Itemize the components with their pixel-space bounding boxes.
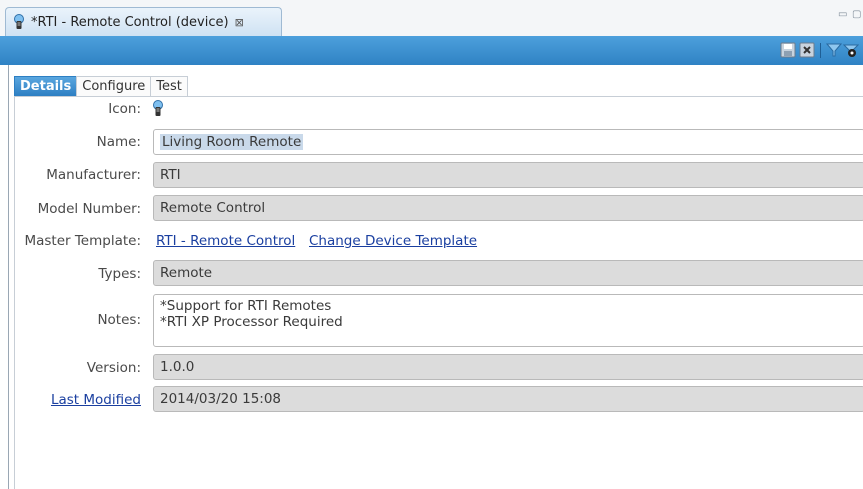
manufacturer-field: RTI	[153, 162, 863, 188]
version-field: 1.0.0	[153, 354, 863, 380]
device-remote-icon[interactable]	[151, 100, 165, 117]
change-device-template-link[interactable]: Change Device Template	[309, 233, 477, 249]
remote-control-icon	[14, 14, 24, 29]
minimize-icon[interactable]: ▭	[838, 9, 847, 20]
name-field[interactable]: Living Room Remote	[153, 129, 863, 155]
details-panel: Icon: Name: Living Room Remote Manufactu…	[14, 96, 863, 489]
delete-icon[interactable]	[799, 42, 815, 58]
editor-tab-strip: *RTI - Remote Control (device) ⊠ ▭ ▢	[0, 0, 863, 36]
save-icon[interactable]	[780, 42, 796, 58]
manufacturer-label: Manufacturer:	[46, 167, 141, 183]
notes-line: *RTI XP Processor Required	[160, 314, 343, 330]
editor-tab-title: *RTI - Remote Control (device)	[31, 14, 229, 30]
tab-test[interactable]: Test	[150, 76, 188, 96]
types-field: Remote	[153, 260, 863, 286]
close-tab-icon[interactable]: ⊠	[235, 16, 244, 29]
icon-label: Icon:	[108, 101, 141, 117]
last-modified-link[interactable]: Last Modified	[51, 392, 141, 408]
preview-icon[interactable]	[843, 42, 859, 58]
model-number-field: Remote Control	[153, 195, 863, 221]
name-value: Living Room Remote	[160, 134, 304, 150]
detail-subtabs: Details Configure Test	[14, 76, 188, 96]
maximize-icon[interactable]: ▢	[852, 9, 861, 20]
notes-textarea[interactable]: *Support for RTI Remotes *RTI XP Process…	[153, 294, 863, 347]
editor-tab[interactable]: *RTI - Remote Control (device) ⊠	[5, 7, 282, 36]
filter-icon[interactable]	[826, 42, 842, 58]
last-modified-field: 2014/03/20 15:08	[153, 386, 863, 412]
master-template-label: Master Template:	[24, 233, 141, 249]
name-label: Name:	[96, 134, 141, 150]
tab-details[interactable]: Details	[14, 76, 78, 96]
types-label: Types:	[98, 266, 141, 282]
version-label: Version:	[86, 360, 141, 376]
model-number-label: Model Number:	[37, 201, 141, 217]
editor-toolbar	[0, 36, 863, 65]
notes-line: *Support for RTI Remotes	[160, 298, 332, 314]
master-template-link[interactable]: RTI - Remote Control	[156, 233, 295, 249]
notes-label: Notes:	[97, 312, 141, 328]
tab-configure[interactable]: Configure	[76, 76, 152, 96]
toolbar-separator	[820, 43, 821, 58]
